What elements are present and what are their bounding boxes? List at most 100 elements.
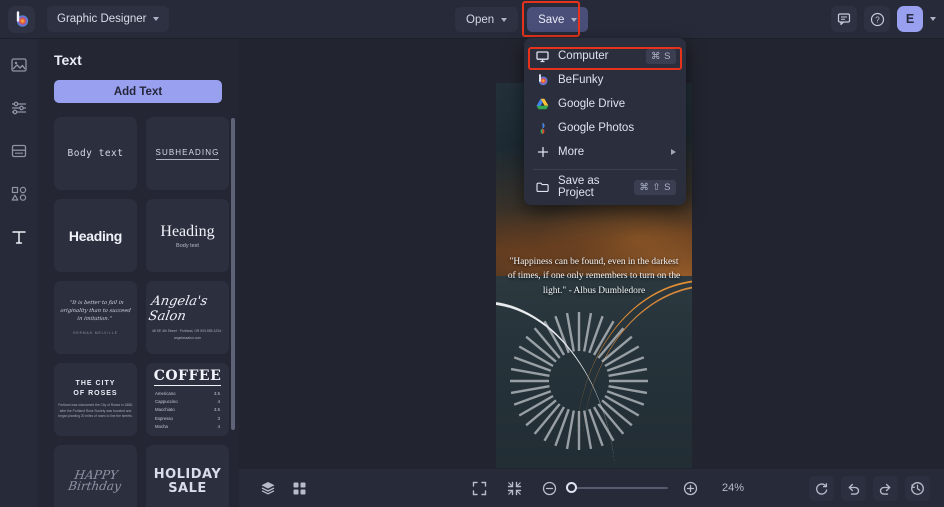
file-actions: Open Save bbox=[455, 1, 589, 37]
zoom-slider[interactable] bbox=[566, 482, 668, 493]
menu-divider bbox=[533, 169, 677, 170]
text-t-icon bbox=[11, 231, 26, 244]
undo-button[interactable] bbox=[841, 475, 866, 501]
preset-label: THE CITY OF ROSES bbox=[73, 379, 118, 398]
add-text-label: Add Text bbox=[113, 85, 163, 98]
preset-label: Heading bbox=[160, 222, 215, 240]
chevron-down-icon bbox=[501, 17, 508, 22]
layers-button[interactable] bbox=[255, 476, 280, 501]
add-text-button[interactable]: Add Text bbox=[54, 80, 222, 103]
save-menu-item-more[interactable]: More bbox=[524, 140, 686, 164]
folder-icon bbox=[534, 181, 551, 193]
expand-icon bbox=[472, 481, 487, 495]
save-menu-item-computer[interactable]: Computer ⌘ S bbox=[524, 44, 686, 70]
open-button[interactable]: Open bbox=[455, 7, 519, 32]
reset-button[interactable] bbox=[809, 475, 834, 501]
text-preset-city-of-roses[interactable]: THE CITY OF ROSES Portland was nicknamed… bbox=[54, 363, 137, 436]
save-menu-item-shortcut: ⌘ S bbox=[646, 48, 676, 64]
save-as-project-label: Save as Project bbox=[558, 175, 600, 199]
project-name-dropdown[interactable]: Graphic Designer bbox=[47, 6, 170, 32]
menu-row: Americano 3.5 bbox=[155, 390, 220, 398]
save-menu-item-label: More bbox=[558, 146, 585, 158]
sliders-icon bbox=[11, 101, 26, 115]
grid-button[interactable] bbox=[287, 476, 312, 501]
history-button[interactable] bbox=[905, 475, 930, 501]
redo-icon bbox=[879, 483, 891, 495]
text-preset-coffee-menu[interactable]: COFFEE Americano 3.5 Cappuccino 4 Macchi… bbox=[146, 363, 229, 436]
save-as-project-shortcut: ⌘ ⇧ S bbox=[634, 179, 676, 195]
avatar-initial: E bbox=[905, 12, 915, 26]
sunburst-graphic[interactable] bbox=[504, 306, 654, 456]
menu-item-price: 3 bbox=[217, 415, 220, 421]
fullscreen-button[interactable] bbox=[467, 476, 492, 501]
zoom-out-button[interactable] bbox=[537, 476, 562, 501]
text-preset-subheading[interactable]: SUBHEADING bbox=[146, 117, 229, 190]
chat-icon bbox=[837, 13, 851, 26]
befunky-graphic-designer-app: Graphic Designer Open Save ? E Computer … bbox=[0, 0, 944, 507]
sidebar-item-image-tool[interactable] bbox=[8, 54, 30, 76]
zoom-in-button[interactable] bbox=[678, 476, 703, 501]
bottom-bar: 24% bbox=[239, 469, 944, 507]
chevron-down-icon bbox=[153, 17, 160, 21]
panel-title: Text bbox=[54, 52, 82, 68]
save-menu-item-befunky[interactable]: BeFunky bbox=[524, 68, 686, 92]
menu-item-price: 3.5 bbox=[214, 391, 220, 397]
bottom-right-tools bbox=[809, 475, 930, 501]
project-name-label: Graphic Designer bbox=[57, 13, 147, 25]
panel-scrollbar[interactable] bbox=[231, 118, 235, 430]
save-menu-item-save-as-project[interactable]: Save as Project ⌘ ⇧ S bbox=[524, 175, 686, 199]
save-menu-item-google-photos[interactable]: Google Photos bbox=[524, 116, 686, 140]
sidebar-item-graphics-tool[interactable] bbox=[8, 183, 30, 205]
text-preset-salon[interactable]: Angela's Salon 48 SE 4th Street · Portla… bbox=[146, 281, 229, 354]
save-dropdown-menu: Computer ⌘ S BeFunky Google Drive Google… bbox=[524, 38, 686, 205]
text-panel: Text Add Text Body text SUBHEADING Headi… bbox=[37, 39, 239, 507]
text-preset-happy-birthday[interactable]: HAPPY Birthday bbox=[54, 445, 137, 507]
text-preset-quote-script[interactable]: "It is better to fail in originality tha… bbox=[54, 281, 137, 354]
save-menu-item-label: Computer bbox=[558, 50, 609, 62]
zoom-controls: 24% bbox=[467, 476, 744, 501]
canvas-quote-text[interactable]: "Happiness can be found, even in the dar… bbox=[506, 255, 682, 298]
help-button[interactable]: ? bbox=[864, 6, 890, 32]
sidebar-item-templates-tool[interactable] bbox=[8, 140, 30, 162]
account-chevron-down-icon[interactable] bbox=[930, 17, 936, 21]
befunky-icon bbox=[534, 74, 551, 86]
avatar[interactable]: E bbox=[897, 6, 923, 32]
save-button-wrapper: Save bbox=[522, 1, 589, 37]
zoom-slider-handle[interactable] bbox=[566, 482, 577, 493]
befunky-logo-icon bbox=[16, 10, 29, 27]
preset-sublabel: Body text bbox=[176, 242, 199, 249]
text-preset-body-text[interactable]: Body text bbox=[54, 117, 137, 190]
redo-button[interactable] bbox=[873, 475, 898, 501]
chat-button[interactable] bbox=[831, 6, 857, 32]
menu-row: Mocha 4 bbox=[155, 423, 220, 431]
menu-item-name: Macchiato bbox=[155, 407, 175, 413]
save-button[interactable]: Save bbox=[527, 7, 589, 32]
preset-label: Angela's Salon bbox=[147, 294, 209, 325]
plus-icon bbox=[534, 146, 551, 158]
text-preset-heading-bold[interactable]: Heading bbox=[54, 199, 137, 272]
undo-icon bbox=[848, 483, 860, 495]
preset-label: "It is better to fail in originality tha… bbox=[60, 300, 132, 322]
menu-row: Macchiato 3.5 bbox=[155, 406, 220, 414]
bottom-left-tools bbox=[255, 476, 312, 501]
app-logo[interactable] bbox=[8, 5, 35, 33]
text-preset-heading-serif[interactable]: Heading Body text bbox=[146, 199, 229, 272]
sidebar-item-text-tool[interactable] bbox=[8, 226, 30, 248]
top-right-actions: ? E bbox=[831, 6, 936, 32]
menu-item-name: Americano bbox=[155, 391, 176, 397]
preset-sublabel: HERMAN MELVILLE bbox=[73, 330, 118, 335]
fit-to-screen-button[interactable] bbox=[502, 476, 527, 501]
help-circle-icon: ? bbox=[870, 12, 884, 26]
reset-icon bbox=[816, 482, 828, 495]
save-menu-item-label: Google Drive bbox=[558, 98, 626, 110]
fit-screen-icon bbox=[507, 481, 522, 495]
sidebar-item-edit-tool[interactable] bbox=[8, 97, 30, 119]
open-button-label: Open bbox=[466, 13, 495, 26]
image-icon bbox=[10, 58, 27, 72]
minus-circle-icon bbox=[542, 481, 557, 495]
text-preset-grid: Body text SUBHEADING Heading Heading Bod… bbox=[54, 117, 230, 507]
text-preset-holiday-sale[interactable]: HOLIDAY SALE bbox=[146, 445, 229, 507]
menu-item-price: 3.5 bbox=[214, 407, 220, 413]
save-menu-item-google-drive[interactable]: Google Drive bbox=[524, 92, 686, 116]
layers-icon bbox=[261, 482, 274, 495]
